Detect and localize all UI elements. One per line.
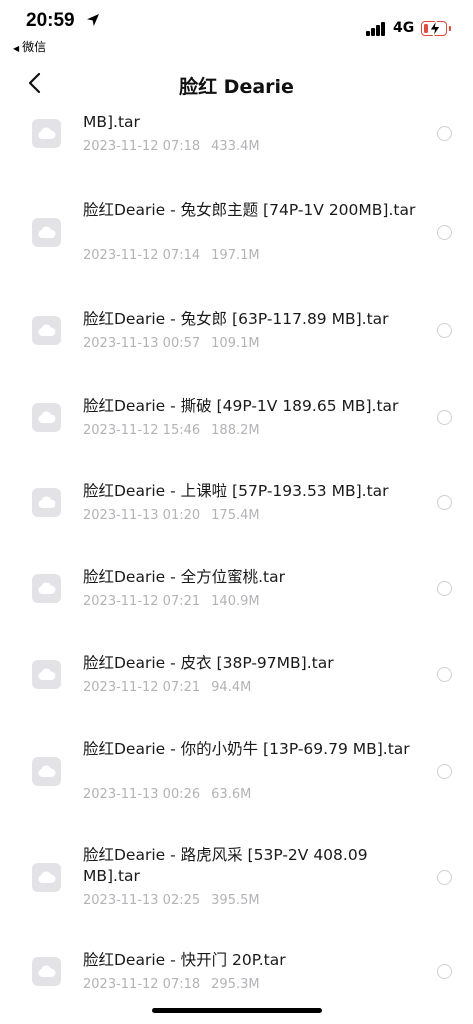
file-list: MB].tar 2023-11-12 07:18 433.4M 脸红Dearie - …: [0, 108, 473, 1008]
file-meta: 2023-11-13 00:57 109.1M: [83, 336, 260, 351]
select-radio-icon[interactable]: [437, 667, 452, 682]
select-radio-icon[interactable]: [437, 495, 452, 510]
select-radio-icon[interactable]: [437, 581, 452, 596]
file-meta: 2023-11-13 02:25 395.5M: [83, 893, 260, 908]
cloud-file-icon: [32, 119, 61, 148]
file-meta: 2023-11-12 07:18 295.3M: [83, 977, 260, 992]
cloud-file-icon: [32, 574, 61, 603]
cloud-file-icon: [32, 403, 61, 432]
location-arrow-icon: [87, 14, 99, 26]
file-name: MB].tar: [83, 113, 140, 131]
home-indicator[interactable]: [152, 1008, 322, 1013]
cellular-signal-icon: [366, 22, 386, 36]
battery-cap: [449, 26, 451, 31]
file-name: 脸红Dearie - 全方位蜜桃.tar: [83, 568, 286, 586]
file-meta: 2023-11-13 01:20 175.4M: [83, 508, 260, 523]
file-name: 脸红Dearie - 路虎风采 [53P-2V 408.09 MB].tar: [83, 846, 368, 885]
file-size: 433.4M: [211, 139, 260, 154]
network-type: 4G: [393, 20, 415, 36]
back-app-label: 微信: [22, 40, 47, 54]
cloud-file-icon: [32, 316, 61, 345]
file-date: 2023-11-12 07:18: [83, 139, 201, 154]
file-meta: 2023-11-12 07:21 140.9M: [83, 594, 260, 609]
file-date: 2023-11-13 00:57: [83, 336, 201, 351]
file-size: 197.1M: [211, 248, 260, 263]
file-name: 脸红Dearie - 撕破 [49P-1V 189.65 MB].tar: [83, 397, 399, 415]
cloud-file-icon: [32, 217, 61, 247]
status-bar: 20:59 ◀ 微信 4G: [0, 0, 473, 58]
file-meta: 2023-11-13 00:26 63.6M: [83, 787, 251, 802]
nav-bar: 脸红 Dearie: [0, 58, 473, 108]
cloud-file-icon: [32, 862, 61, 892]
status-time: 20:59: [26, 10, 75, 31]
file-meta: 2023-11-12 07:21 94.4M: [83, 680, 251, 695]
select-radio-icon[interactable]: [437, 410, 452, 425]
file-date: 2023-11-12 07:18: [83, 977, 201, 992]
page-title: 脸红 Dearie: [179, 76, 294, 98]
cloud-file-icon: [32, 957, 61, 986]
back-triangle-icon: ◀: [13, 44, 20, 53]
cloud-file-icon: [32, 660, 61, 689]
charging-bolt-icon: [429, 19, 441, 38]
select-radio-icon[interactable]: [437, 323, 452, 338]
file-date: 2023-11-13 01:20: [83, 508, 201, 523]
cloud-file-icon: [32, 488, 61, 517]
file-name: 脸红Dearie - 快开门 20P.tar: [83, 951, 286, 969]
file-date: 2023-11-12 07:21: [83, 594, 201, 609]
select-radio-icon[interactable]: [437, 964, 452, 979]
file-size: 140.9M: [211, 594, 260, 609]
file-size: 175.4M: [211, 508, 260, 523]
file-date: 2023-11-12 07:14: [83, 248, 201, 263]
file-date: 2023-11-12 15:46: [83, 423, 201, 438]
file-meta: 2023-11-12 15:46 188.2M: [83, 423, 260, 438]
file-size: 109.1M: [211, 336, 260, 351]
select-radio-icon[interactable]: [437, 224, 452, 240]
cloud-file-icon: [32, 756, 61, 786]
file-name: 脸红Dearie - 你的小奶牛 [13P-69.79 MB].tar: [83, 740, 410, 758]
file-size: 395.5M: [211, 893, 260, 908]
file-size: 295.3M: [211, 977, 260, 992]
file-name: 脸红Dearie - 兔女郎 [63P-117.89 MB].tar: [83, 310, 389, 328]
select-radio-icon[interactable]: [437, 126, 452, 141]
back-to-app-link[interactable]: ◀ 微信: [13, 38, 46, 55]
file-size: 94.4M: [211, 680, 252, 695]
file-size: 188.2M: [211, 423, 260, 438]
file-size: 63.6M: [211, 787, 252, 802]
file-name: 脸红Dearie - 兔女郎主题 [74P-1V 200MB].tar: [83, 201, 416, 219]
file-meta: 2023-11-12 07:18 433.4M: [83, 139, 260, 154]
select-radio-icon[interactable]: [437, 869, 452, 885]
file-date: 2023-11-13 00:26: [83, 787, 201, 802]
file-meta: 2023-11-12 07:14 197.1M: [83, 248, 260, 263]
file-date: 2023-11-12 07:21: [83, 680, 201, 695]
file-name: 脸红Dearie - 皮衣 [38P-97MB].tar: [83, 654, 334, 672]
select-radio-icon[interactable]: [437, 763, 452, 779]
battery-level: [423, 23, 428, 33]
file-date: 2023-11-13 02:25: [83, 893, 201, 908]
file-name: 脸红Dearie - 上课啦 [57P-193.53 MB].tar: [83, 482, 389, 500]
